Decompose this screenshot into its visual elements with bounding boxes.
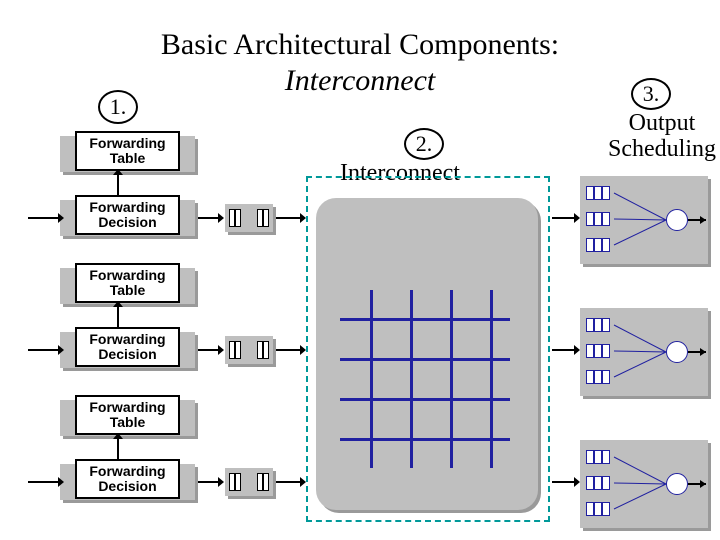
forwarding-decision-block-3: Forwarding Decision: [60, 464, 195, 500]
input-arrow-2: [28, 349, 58, 351]
queue-cells-icon: [229, 473, 241, 491]
interconnect-to-output-arrow-3: [552, 481, 574, 483]
queue-cells-icon: [257, 473, 269, 491]
queue-to-interconnect-arrow-2: [276, 349, 300, 351]
input-queue-1: [225, 204, 273, 232]
forwarding-decision-2-text: Forwarding Decision: [89, 332, 165, 363]
stage-2-marker: 2.: [404, 128, 444, 160]
forwarding-table-block-1: Forwarding Table: [60, 136, 195, 172]
output-port-2: [580, 308, 708, 396]
forwarding-decision-1-text: Forwarding Decision: [89, 200, 165, 231]
to-queue-arrow-3: [198, 481, 218, 483]
stage-3-marker: 3.: [631, 78, 671, 110]
output-scheduling-label: Output Scheduling: [608, 110, 716, 163]
forwarding-table-1-text: Forwarding Table: [89, 136, 165, 167]
interconnect-fabric: [316, 198, 538, 510]
input-queue-2: [225, 336, 273, 364]
forwarding-table-block-2: Forwarding Table: [60, 268, 195, 304]
forwarding-decision-2: Forwarding Decision: [75, 327, 180, 367]
forwarding-table-3-text: Forwarding Table: [89, 400, 165, 431]
output-label-line1: Output: [629, 110, 696, 136]
table-decision-arrow-3: [117, 439, 119, 459]
slide-title: Basic Architectural Components:: [0, 28, 720, 62]
output-label-line2: Scheduling: [608, 136, 716, 162]
crossbar-h-line: [340, 318, 510, 321]
output-port-3: [580, 440, 708, 528]
crossbar-h-line: [340, 438, 510, 441]
forwarding-table-2: Forwarding Table: [75, 263, 180, 303]
crossbar-v-line: [410, 290, 413, 468]
scheduler-lines-icon: [580, 440, 708, 528]
input-arrow-1: [28, 217, 58, 219]
forwarding-table-block-3: Forwarding Table: [60, 400, 195, 436]
crossbar-h-line: [340, 398, 510, 401]
crossbar-h-line: [340, 358, 510, 361]
table-decision-arrow-2: [117, 307, 119, 327]
input-queue-3: [225, 468, 273, 496]
queue-cells-icon: [257, 209, 269, 227]
forwarding-table-3: Forwarding Table: [75, 395, 180, 435]
scheduler-lines-icon: [580, 176, 708, 264]
output-port-1: [580, 176, 708, 264]
table-decision-arrow-1: [117, 175, 119, 195]
scheduler-circle-icon: [666, 341, 688, 363]
interconnect-to-output-arrow-2: [552, 349, 574, 351]
scheduler-circle-icon: [666, 473, 688, 495]
scheduler-circle-icon: [666, 209, 688, 231]
crossbar-v-line: [370, 290, 373, 468]
input-arrow-3: [28, 481, 58, 483]
forwarding-decision-1: Forwarding Decision: [75, 195, 180, 235]
to-queue-arrow-1: [198, 217, 218, 219]
forwarding-table-1: Forwarding Table: [75, 131, 180, 171]
queue-cells-icon: [229, 209, 241, 227]
queue-to-interconnect-arrow-3: [276, 481, 300, 483]
forwarding-decision-block-1: Forwarding Decision: [60, 200, 195, 236]
queue-cells-icon: [229, 341, 241, 359]
forwarding-table-2-text: Forwarding Table: [89, 268, 165, 299]
queue-to-interconnect-arrow-1: [276, 217, 300, 219]
crossbar-v-line: [450, 290, 453, 468]
stage-1-marker: 1.: [98, 90, 138, 124]
forwarding-decision-3-text: Forwarding Decision: [89, 464, 165, 495]
forwarding-decision-block-2: Forwarding Decision: [60, 332, 195, 368]
queue-cells-icon: [257, 341, 269, 359]
forwarding-decision-3: Forwarding Decision: [75, 459, 180, 499]
to-queue-arrow-2: [198, 349, 218, 351]
scheduler-lines-icon: [580, 308, 708, 396]
crossbar-v-line: [490, 290, 493, 468]
interconnect-to-output-arrow-1: [552, 217, 574, 219]
